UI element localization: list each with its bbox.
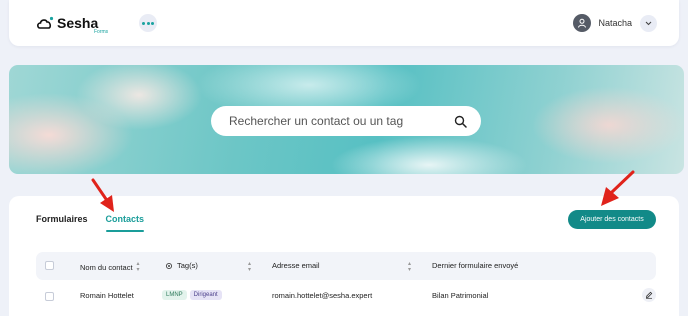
- column-header-tags[interactable]: Tag(s): [165, 261, 198, 270]
- table-row[interactable]: Romain Hottelet LMNP Dirigeant romain.hot…: [36, 285, 656, 309]
- add-contacts-button[interactable]: Ajouter des contacts: [568, 210, 656, 229]
- cloud-logo-icon: [36, 16, 54, 30]
- logo-text: Sesha: [57, 15, 99, 31]
- sort-icon[interactable]: ▴ ▾: [408, 261, 411, 273]
- annotation-arrow-contacts: [91, 178, 114, 212]
- dots-icon: [142, 21, 145, 25]
- sort-icon[interactable]: ▴ ▾: [137, 261, 140, 273]
- column-header-email[interactable]: Adresse email: [272, 261, 320, 270]
- pencil-icon: [645, 291, 653, 299]
- tab-bar: Formulaires Contacts: [36, 214, 144, 232]
- edit-button[interactable]: [642, 288, 656, 302]
- row-checkbox[interactable]: [45, 292, 54, 301]
- tag-list: LMNP Dirigeant: [162, 289, 225, 300]
- chevron-down-icon: [645, 21, 652, 25]
- tag-badge[interactable]: LMNP: [162, 290, 187, 300]
- search-input[interactable]: [229, 114, 454, 128]
- table-header: Nom du contact ▴ ▾ Tag(s) ▴ ▾ Adresse emai…: [36, 252, 656, 280]
- search-bar[interactable]: [211, 106, 481, 136]
- column-header-last-form[interactable]: Dernier formulaire envoyé: [432, 261, 518, 270]
- gear-icon: [165, 262, 173, 269]
- select-all-checkbox[interactable]: [45, 261, 54, 270]
- user-menu[interactable]: Natacha: [573, 14, 657, 32]
- app-logo[interactable]: Sesha Forms: [36, 14, 108, 35]
- sort-icon[interactable]: ▴ ▾: [248, 261, 251, 273]
- column-label: Dernier formulaire envoyé: [432, 261, 519, 270]
- logo-subtitle: Forms: [94, 29, 109, 35]
- user-menu-toggle[interactable]: [640, 14, 657, 32]
- annotation-arrow-add-contacts: [601, 170, 635, 206]
- contact-email: romain.hottelet@sesha.expert: [272, 291, 373, 300]
- search-icon[interactable]: [454, 115, 467, 128]
- user-name[interactable]: Natacha: [598, 18, 632, 28]
- avatar[interactable]: [573, 14, 592, 32]
- contact-name[interactable]: Romain Hottelet: [80, 291, 134, 300]
- tab-contacts[interactable]: Contacts: [105, 214, 144, 232]
- last-form: Bilan Patrimonial: [432, 291, 489, 300]
- tag-badge[interactable]: Dirigeant: [189, 290, 222, 300]
- column-label: Adresse email: [272, 261, 320, 270]
- user-icon: [578, 18, 587, 28]
- top-header: Sesha Forms Natacha: [9, 0, 679, 46]
- column-label: Tag(s): [177, 261, 198, 270]
- menu-dots-button[interactable]: [139, 14, 157, 32]
- column-header-name[interactable]: Nom du contact ▴ ▾: [80, 261, 140, 273]
- tab-formulaires[interactable]: Formulaires: [36, 214, 88, 232]
- column-label: Nom du contact: [80, 262, 133, 272]
